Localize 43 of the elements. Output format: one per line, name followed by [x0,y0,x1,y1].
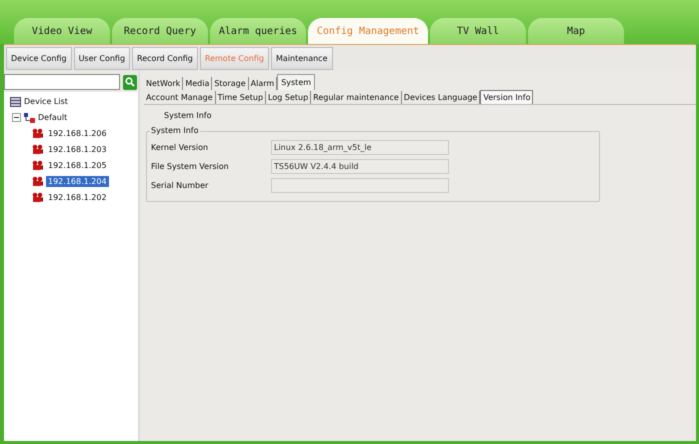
category-tab[interactable]: NetWork [144,77,184,90]
camera-icon [32,176,43,187]
device-list-icon [10,96,21,106]
camera-icon [32,160,43,171]
search-button[interactable] [123,74,137,90]
network-icon [24,112,35,122]
read-only-field[interactable] [271,178,449,193]
device-item[interactable]: 192.168.1.206 [46,128,109,139]
main-tab[interactable]: TV Wall [430,18,526,44]
tree-root-label[interactable]: Device List [24,97,68,106]
main-tab[interactable]: Map [528,18,624,44]
device-item[interactable]: 192.168.1.204 [46,176,109,187]
camera-icon [32,144,43,155]
settings-subtab[interactable]: Log Setup [266,91,312,104]
device-item[interactable]: 192.168.1.205 [46,160,109,171]
section-title: System Info [163,111,213,122]
category-tab[interactable]: Storage [212,77,249,90]
settings-subtab[interactable]: Account Manage [144,91,216,104]
tree-group-label[interactable]: Default [38,113,68,122]
main-tab[interactable]: Alarm queries [210,18,306,44]
main-tab[interactable]: Video View [14,18,110,44]
field-label: Kernel Version [151,143,210,152]
config-tab[interactable]: Record Config [132,46,198,70]
read-only-field[interactable]: Linux 2.6.18_arm_v5t_le [271,140,449,155]
collapse-toggle[interactable] [12,113,21,122]
search-field[interactable] [4,74,120,90]
category-tab[interactable]: System [277,74,316,90]
camera-icon [32,192,43,203]
field-label: Serial Number [151,181,210,190]
config-tab[interactable]: Maintenance [270,46,332,70]
settings-subtab[interactable]: Regular maintenance [311,91,402,104]
main-tab[interactable]: Record Query [112,18,208,44]
read-only-field[interactable]: TS56UW V2.4.4 build [271,159,449,174]
device-item[interactable]: 192.168.1.202 [46,192,109,203]
camera-icon [32,128,43,139]
device-item[interactable]: 192.168.1.203 [46,144,109,155]
config-tab[interactable]: Device Config [6,46,72,70]
category-tab[interactable]: Media [183,77,212,90]
settings-subtab[interactable]: Version Info [480,90,534,104]
field-label: File System Version [151,162,230,171]
settings-subtab[interactable]: Time Setup [216,91,266,104]
config-tab[interactable]: User Config [74,46,130,70]
group-title: System Info [150,126,200,135]
